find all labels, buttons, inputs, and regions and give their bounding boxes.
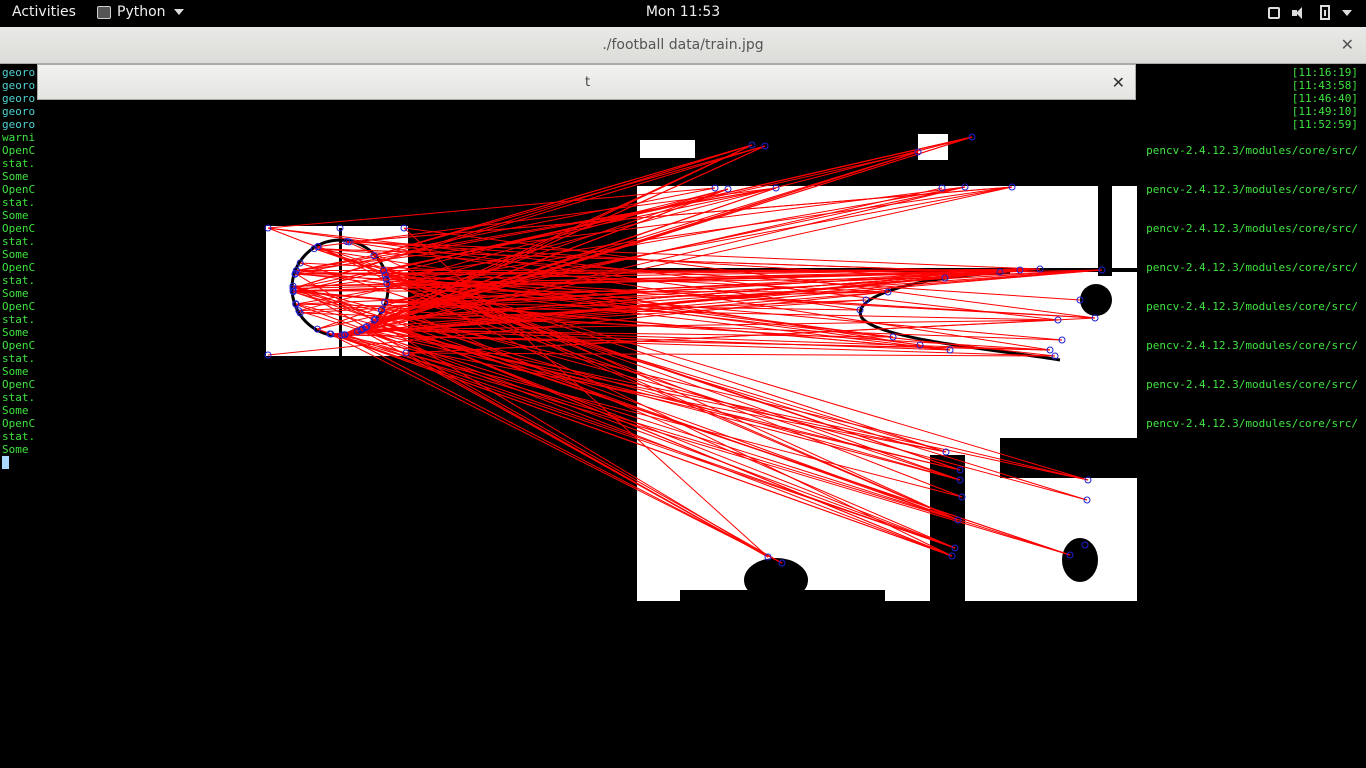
opencv-window-titlebar[interactable]: t ✕ xyxy=(37,64,1136,100)
matches-image xyxy=(264,133,1137,602)
train-image xyxy=(637,186,1137,601)
shadow-region xyxy=(680,590,885,601)
ball xyxy=(1080,284,1112,316)
shadow-region xyxy=(1000,438,1137,478)
close-icon[interactable]: ✕ xyxy=(1112,73,1125,92)
opencv-window-title: t xyxy=(584,75,591,90)
goal-post xyxy=(1098,186,1112,276)
player-silhouette xyxy=(1062,538,1098,582)
train-image-fragment xyxy=(640,140,695,158)
